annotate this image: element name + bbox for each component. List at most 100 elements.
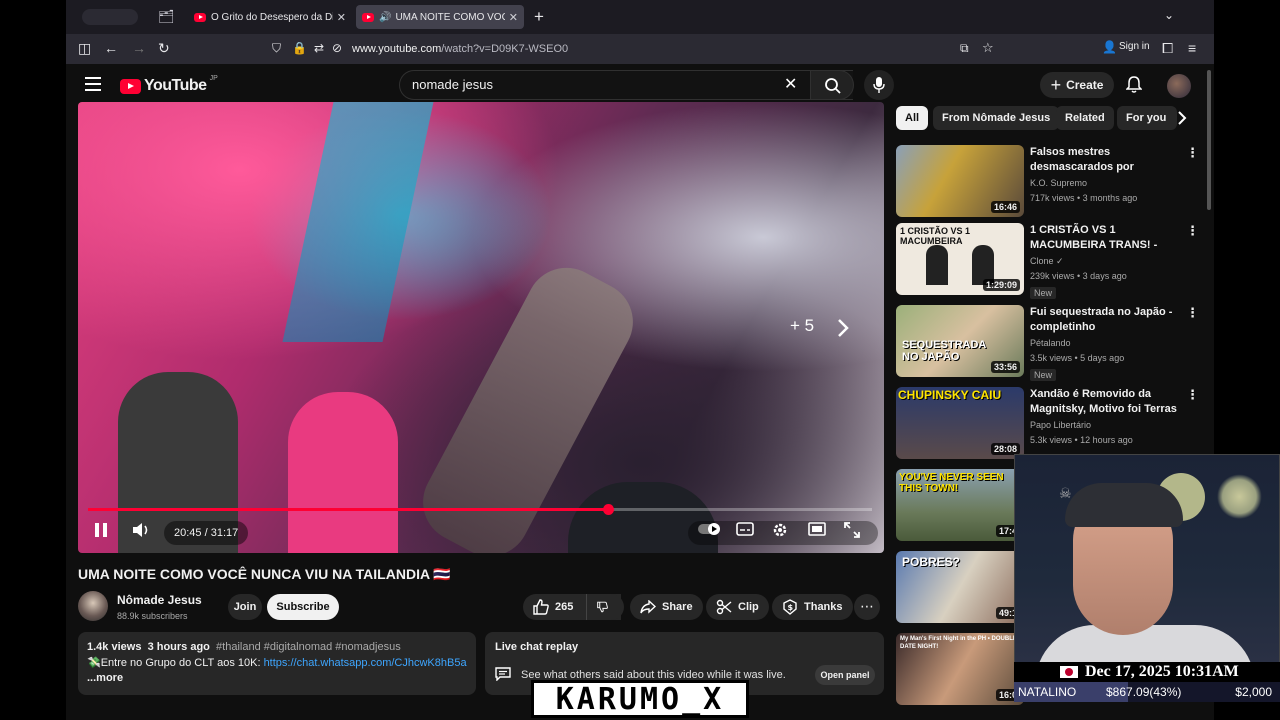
back-arrow-icon[interactable]: ← — [104, 40, 118, 56]
tab-groups-icon[interactable]: 🗂 — [158, 9, 175, 25]
chip-for-you[interactable]: For you — [1117, 106, 1177, 130]
close-icon[interactable]: ✕ — [337, 11, 346, 24]
thumbs-up-icon — [533, 599, 549, 615]
recommendation-title[interactable]: Falsos mestres desmascarados por lutador… — [1030, 145, 1180, 175]
thanks-button[interactable]: $ Thanks — [772, 594, 853, 620]
recommendation-item[interactable]: 1 CRISTÃO VS 1 MACUMBEIRA 1:29:09 1 CRIS… — [896, 223, 1199, 299]
sidebar-toggle-pill[interactable] — [82, 9, 138, 25]
video-thumbnail[interactable]: YOU'VE NEVER SEEN THIS TOWN! 17:4 — [896, 469, 1024, 541]
clip-label: Clip — [738, 601, 759, 613]
autoplay-toggle[interactable] — [698, 522, 722, 541]
channel-name[interactable]: Nômade Jesus — [117, 593, 202, 607]
pause-button[interactable] — [94, 522, 108, 543]
open-panel-button[interactable]: Open panel — [815, 665, 875, 685]
video-thumbnail[interactable]: SEQUESTRADA NO JAPÃO 33:56 — [896, 305, 1024, 377]
address-bar[interactable]: ⛉ 🔒 ⇄ ⊘ www.youtube.com/watch?v=D09K7-WS… — [266, 37, 996, 61]
thumbnail-text: YOU'VE NEVER SEEN THIS TOWN! — [899, 472, 1004, 494]
volume-button[interactable] — [132, 522, 150, 543]
tab-inactive[interactable]: O Grito do Desespero da Dignid ✕ — [188, 5, 352, 29]
clip-button[interactable]: Clip — [706, 594, 769, 620]
recommendation-item[interactable]: CHUPINSKY CAIU 28:08 Xandão é Removido d… — [896, 387, 1199, 459]
notifications-bell-icon[interactable] — [1125, 76, 1143, 99]
new-tab-button[interactable]: + — [534, 7, 544, 27]
youtube-logo[interactable]: YouTube JP — [120, 75, 218, 95]
shield-icon[interactable]: ⛉ — [272, 41, 281, 56]
video-thumbnail[interactable]: CHUPINSKY CAIU 28:08 — [896, 387, 1024, 459]
join-button[interactable]: Join — [228, 594, 262, 620]
more-vert-icon[interactable]: ⋮ — [1186, 223, 1199, 239]
clear-search-icon[interactable]: ✕ — [784, 74, 797, 94]
create-label: Create — [1066, 78, 1104, 92]
hashtags[interactable]: #thailand #digitalnomad #nomadjesus — [216, 641, 401, 653]
dislike-button[interactable] — [586, 594, 624, 620]
scrollbar[interactable] — [1207, 70, 1211, 210]
video-thumbnail[interactable]: 1 CRISTÃO VS 1 MACUMBEIRA 1:29:09 — [896, 223, 1024, 295]
chip-all[interactable]: All — [896, 106, 929, 130]
chevron-right-icon[interactable] — [1176, 110, 1188, 126]
recommendation-channel[interactable]: Pétalando — [1030, 338, 1071, 348]
extensions-icon[interactable]: ⧠ — [1162, 40, 1173, 57]
time-display: 20:45 / 31:17 — [164, 521, 249, 545]
channel-avatar[interactable] — [78, 591, 108, 621]
more-vert-icon[interactable]: ⋮ — [1186, 145, 1199, 161]
more-actions-icon[interactable]: ⋯ — [854, 594, 880, 620]
chevron-down-icon[interactable]: ⌄ — [1164, 8, 1174, 22]
progress-bar[interactable] — [88, 504, 872, 515]
video-thumbnail[interactable]: POBRES? 49:1 — [896, 551, 1024, 623]
account-icon[interactable]: 👤 — [1102, 40, 1117, 54]
end-screen-more-count[interactable]: + 5 — [790, 316, 814, 336]
speaker-icon[interactable]: 🔊 — [379, 12, 391, 23]
description-link[interactable]: https://chat.whatsapp.com/CJhcwK8hB5a... — [264, 657, 467, 669]
recommendation-title[interactable]: 1 CRISTÃO VS 1 MACUMBEIRA TRANS! - CLONE — [1030, 223, 1180, 253]
microphone-icon — [873, 77, 885, 93]
subscribe-button[interactable]: Subscribe — [267, 594, 339, 620]
search-input[interactable] — [412, 77, 772, 92]
subtitles-button[interactable] — [736, 522, 754, 541]
recommendation-title[interactable]: Fui sequestrada no Japão - completinho — [1030, 305, 1180, 335]
duration-badge: 33:56 — [990, 361, 1020, 373]
recommendation-item[interactable]: SEQUESTRADA NO JAPÃO 33:56 Fui sequestrad… — [896, 305, 1199, 381]
webcam-figure — [1065, 483, 1183, 527]
bookmark-star-icon[interactable]: ☆ — [982, 40, 994, 56]
recommendation-channel[interactable]: Clone ✓ — [1030, 256, 1064, 267]
settings-button[interactable] — [772, 522, 788, 543]
show-more-button[interactable]: ...more — [87, 672, 467, 684]
picture-in-picture-icon[interactable]: ⧉ — [960, 41, 969, 56]
scrubber-handle[interactable] — [602, 504, 614, 515]
sidebar-icon[interactable]: ◫ — [78, 40, 91, 57]
camera-blocked-icon[interactable]: ⊘ — [332, 41, 342, 55]
volume-icon — [133, 523, 148, 537]
thumbnail-text: My Man's First Night in the PH • DOUBLE … — [900, 636, 1017, 650]
more-vert-icon[interactable]: ⋮ — [1186, 387, 1199, 403]
tab-active[interactable]: 🔊 UMA NOITE COMO VOCÊ N ✕ — [356, 5, 524, 29]
lock-icon[interactable]: 🔒 — [292, 41, 307, 55]
reload-icon[interactable]: ↻ — [158, 40, 170, 57]
fullscreen-button[interactable] — [844, 522, 860, 543]
recommendation-title[interactable]: Xandão é Removido da Magnitsky, Motivo f… — [1030, 387, 1180, 417]
video-player[interactable]: + 5 20:45 / 31:17 — [78, 102, 884, 553]
permissions-icon[interactable]: ⇄ — [314, 41, 324, 55]
recommendation-item[interactable]: 16:46 Falsos mestres desmascarados por l… — [896, 145, 1199, 217]
chevron-right-icon[interactable] — [836, 318, 850, 338]
recommendation-channel[interactable]: Papo Libertário — [1030, 420, 1091, 430]
hamburger-menu-icon[interactable] — [85, 77, 101, 91]
chip-from-channel[interactable]: From Nômade Jesus — [933, 106, 1060, 130]
search-button[interactable] — [810, 70, 854, 100]
create-button[interactable]: + Create — [1040, 72, 1114, 98]
avatar[interactable] — [1167, 74, 1191, 98]
more-vert-icon[interactable]: ⋮ — [1186, 305, 1199, 321]
theater-mode-button[interactable] — [808, 522, 826, 541]
forward-arrow-icon[interactable]: → — [132, 40, 146, 56]
voice-search-button[interactable] — [864, 70, 894, 100]
description-line: 💸Entre no Grupo do CLT aos 10K: https://… — [87, 656, 467, 669]
recommendation-channel[interactable]: K.O. Supremo — [1030, 178, 1087, 188]
description-box[interactable]: 1.4k views 3 hours ago #thailand #digita… — [78, 632, 476, 695]
close-icon[interactable]: ✕ — [509, 11, 518, 24]
video-scene-shape — [288, 392, 398, 553]
chip-related[interactable]: Related — [1056, 106, 1114, 130]
video-thumbnail[interactable]: 16:46 — [896, 145, 1024, 217]
share-button[interactable]: Share — [630, 594, 703, 620]
sign-in-button[interactable]: Sign in — [1119, 41, 1150, 52]
menu-icon[interactable]: ≡ — [1188, 40, 1196, 56]
video-thumbnail[interactable]: My Man's First Night in the PH • DOUBLE … — [896, 633, 1024, 705]
